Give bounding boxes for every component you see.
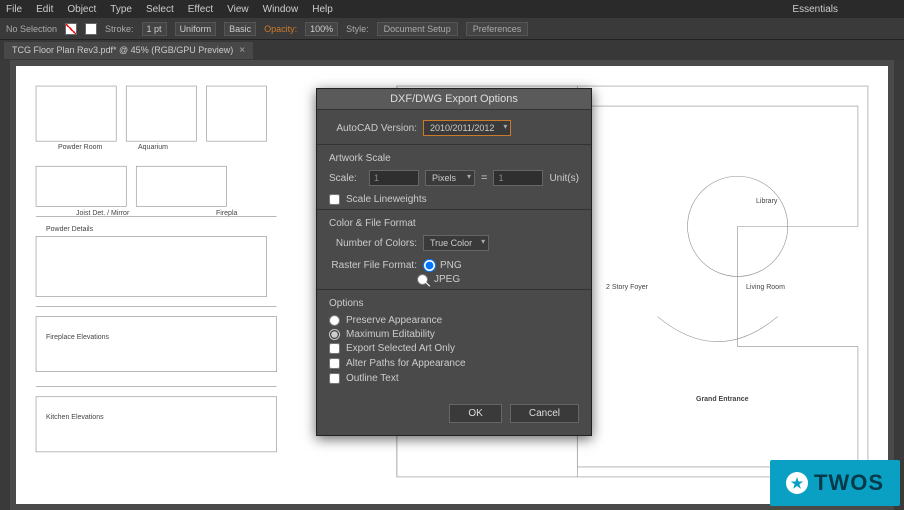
label-kitchen-elev: Kitchen Elevations [46, 414, 104, 421]
export-options-dialog: DXF/DWG Export Options AutoCAD Version: … [316, 88, 592, 436]
ok-button[interactable]: OK [449, 404, 501, 423]
workspace-switcher[interactable]: Essentials [792, 4, 838, 15]
color-file-format-heading: Color & File Format [329, 218, 579, 229]
alter-paths-checkbox[interactable] [329, 358, 340, 369]
stroke-profile-select[interactable]: Basic [224, 22, 256, 36]
twos-watermark: ★ TWOS [770, 460, 900, 506]
scale-equals: = [481, 172, 487, 184]
outline-text-checkbox[interactable] [329, 373, 340, 384]
control-bar: No Selection Stroke: 1 pt Uniform Basic … [0, 18, 904, 40]
max-editability-label: Maximum Editability [346, 329, 435, 340]
tab-title: TCG Floor Plan Rev3.pdf* @ 45% (RGB/GPU … [12, 45, 233, 55]
label-joist: Joist Det. / Mirror [76, 210, 129, 217]
scale-from-units-select[interactable]: Pixels [425, 170, 475, 186]
stroke-label: Stroke: [105, 24, 134, 34]
scale-to-units-label: Unit(s) [549, 173, 578, 184]
label-powder-room: Powder Room [58, 144, 102, 151]
outline-text-label: Outline Text [346, 373, 399, 384]
stroke-style-select[interactable]: Uniform [175, 22, 217, 36]
preserve-appearance-radio[interactable] [329, 315, 340, 326]
document-tab[interactable]: TCG Floor Plan Rev3.pdf* @ 45% (RGB/GPU … [4, 42, 253, 59]
preserve-appearance-label: Preserve Appearance [346, 315, 442, 326]
max-editability-radio[interactable] [329, 329, 340, 340]
label-living-room: Living Room [746, 284, 785, 291]
raster-png-radio[interactable] [423, 259, 436, 272]
num-colors-label: Number of Colors: [329, 238, 417, 249]
selection-status: No Selection [6, 24, 57, 34]
left-tool-strip[interactable] [0, 60, 10, 510]
scale-lineweights-checkbox[interactable] [329, 194, 340, 205]
watermark-text: TWOS [814, 470, 884, 496]
autocad-version-label: AutoCAD Version: [329, 123, 417, 134]
menu-view[interactable]: View [227, 4, 249, 15]
opacity-label: Opacity: [264, 24, 297, 34]
opacity-input[interactable]: 100% [305, 22, 338, 36]
raster-jpeg-label: JPEG [434, 274, 460, 285]
style-label: Style: [346, 24, 369, 34]
menu-edit[interactable]: Edit [36, 4, 53, 15]
scale-label: Scale: [329, 173, 363, 184]
document-setup-button[interactable]: Document Setup [377, 22, 458, 36]
export-selected-checkbox[interactable] [329, 343, 340, 354]
autocad-version-select[interactable]: 2010/2011/2012 [423, 120, 511, 136]
menu-bar: File Edit Object Type Select Effect View… [0, 0, 904, 18]
scale-to-input[interactable] [493, 170, 543, 186]
menu-window[interactable]: Window [263, 4, 299, 15]
menu-type[interactable]: Type [110, 4, 132, 15]
preferences-button[interactable]: Preferences [466, 22, 529, 36]
stroke-weight-input[interactable]: 1 pt [142, 22, 167, 36]
label-story-foyer: 2 Story Foyer [606, 284, 648, 291]
menu-object[interactable]: Object [67, 4, 96, 15]
star-icon: ★ [786, 472, 808, 494]
menu-effect[interactable]: Effect [188, 4, 213, 15]
menu-file[interactable]: File [6, 4, 22, 15]
num-colors-select[interactable]: True Color [423, 235, 489, 251]
document-tabs: TCG Floor Plan Rev3.pdf* @ 45% (RGB/GPU … [0, 40, 904, 60]
fill-swatch[interactable] [65, 23, 77, 35]
menu-help[interactable]: Help [312, 4, 333, 15]
raster-png-label: PNG [440, 260, 462, 271]
raster-format-label: Raster File Format: [329, 260, 417, 271]
close-icon[interactable]: × [239, 45, 245, 56]
artwork-scale-heading: Artwork Scale [329, 153, 579, 164]
menu-select[interactable]: Select [146, 4, 174, 15]
scale-from-input[interactable] [369, 170, 419, 186]
raster-jpeg-radio[interactable] [417, 274, 428, 285]
label-fireplace-short: Firepla [216, 210, 237, 217]
options-heading: Options [329, 298, 579, 309]
label-aquarium: Aquarium [138, 144, 168, 151]
export-selected-label: Export Selected Art Only [346, 343, 455, 354]
dialog-title: DXF/DWG Export Options [317, 89, 591, 110]
label-powder-details: Powder Details [46, 226, 93, 233]
scale-lineweights-label: Scale Lineweights [346, 194, 427, 205]
label-library: Library [756, 198, 777, 205]
cancel-button[interactable]: Cancel [510, 404, 579, 423]
right-panel-strip[interactable] [894, 60, 904, 510]
alter-paths-label: Alter Paths for Appearance [346, 358, 466, 369]
label-grand-entrance: Grand Entrance [696, 396, 749, 403]
stroke-swatch[interactable] [85, 23, 97, 35]
label-fireplace-elev: Fireplace Elevations [46, 334, 109, 341]
